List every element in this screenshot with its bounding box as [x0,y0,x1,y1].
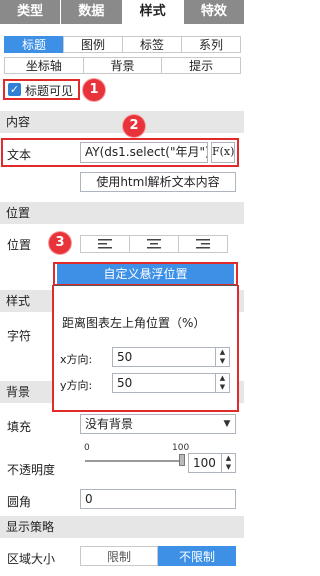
alignment-group [80,235,228,253]
title-visible-checkbox[interactable]: ✓ [8,83,21,96]
subtabs-row-1: 标题 图例 标签 系列 [4,36,241,53]
y-direction-label: y方向: [60,379,93,392]
text-field-label: 文本 [7,148,32,162]
annotation-badge-1: 1 [83,79,105,101]
subtab-legend[interactable]: 图例 [63,36,123,53]
subtab-tooltip[interactable]: 提示 [161,57,242,74]
align-right-icon [196,239,210,249]
opacity-slider-track[interactable] [85,460,183,462]
radius-label: 圆角 [7,495,32,509]
x-direction-spinner[interactable]: 50 ▲ ▼ [112,347,230,367]
title-visible-label: 标题可见 [25,84,74,98]
popup-title: 距离图表左上角位置（%） [62,316,206,330]
tab-style[interactable]: 样式 [122,0,184,24]
position-label: 位置 [7,238,32,252]
region-size-toggle: 限制 不限制 [80,546,236,566]
fill-label: 填充 [7,420,32,434]
subtab-label[interactable]: 标签 [122,36,182,53]
region-limited-option[interactable]: 限制 [80,546,158,566]
text-formula-input[interactable]: AY(ds1.select("年月")) [80,142,208,163]
radius-input[interactable]: 0 [80,489,236,509]
fill-select[interactable]: 没有背景 ▼ [80,414,236,434]
opacity-spinner[interactable]: 100 ▲ ▼ [188,453,236,473]
opacity-min-label: 0 [84,443,90,453]
y-direction-spinner[interactable]: 50 ▲ ▼ [112,373,230,393]
chevron-down-icon[interactable]: ▼ [219,415,235,433]
section-content: 内容 [0,111,244,133]
arrow-down-icon[interactable]: ▼ [216,357,229,366]
section-display-strategy: 显示策略 [0,516,244,538]
align-left-button[interactable] [80,235,130,253]
tab-type[interactable]: 类型 [0,0,62,24]
fill-select-value: 没有背景 [85,417,134,431]
opacity-label: 不透明度 [7,463,56,477]
subtab-background[interactable]: 背景 [82,57,163,74]
region-size-label: 区域大小 [7,552,56,566]
x-direction-label: x方向: [60,353,93,366]
opacity-max-label: 100 [172,443,190,453]
opacity-value[interactable]: 100 [189,454,221,472]
arrow-down-icon[interactable]: ▼ [216,383,229,392]
align-left-icon [98,239,112,249]
subtab-title[interactable]: 标题 [4,36,64,53]
top-tabbar: 类型 数据 样式 特效 [0,0,244,24]
arrow-down-icon[interactable]: ▼ [222,463,235,472]
use-html-button[interactable]: 使用html解析文本内容 [80,172,236,192]
y-spinner-arrows[interactable]: ▲ ▼ [215,374,229,392]
opacity-slider-handle[interactable] [179,454,185,466]
tab-effects[interactable]: 特效 [183,0,244,24]
x-spinner-arrows[interactable]: ▲ ▼ [215,348,229,366]
align-center-icon [147,239,161,249]
y-direction-value[interactable]: 50 [113,374,215,392]
arrow-up-icon[interactable]: ▲ [222,454,235,463]
subtab-series[interactable]: 系列 [181,36,241,53]
align-right-button[interactable] [178,235,228,253]
arrow-up-icon[interactable]: ▲ [216,348,229,357]
opacity-spinner-arrows[interactable]: ▲ ▼ [221,454,235,472]
subtab-axis[interactable]: 坐标轴 [4,57,84,74]
tab-data[interactable]: 数据 [61,0,123,24]
formula-button[interactable]: F(x) [211,142,235,163]
x-direction-value[interactable]: 50 [113,348,215,366]
annotation-badge-3: 3 [49,232,71,254]
align-center-button[interactable] [129,235,179,253]
annotation-badge-2: 2 [123,115,145,137]
arrow-up-icon[interactable]: ▲ [216,374,229,383]
custom-float-frame [53,262,238,286]
subtabs-row-2: 坐标轴 背景 提示 [4,57,242,74]
region-unlimited-option[interactable]: 不限制 [158,546,236,566]
font-label: 字符 [7,329,32,343]
section-position: 位置 [0,202,244,224]
